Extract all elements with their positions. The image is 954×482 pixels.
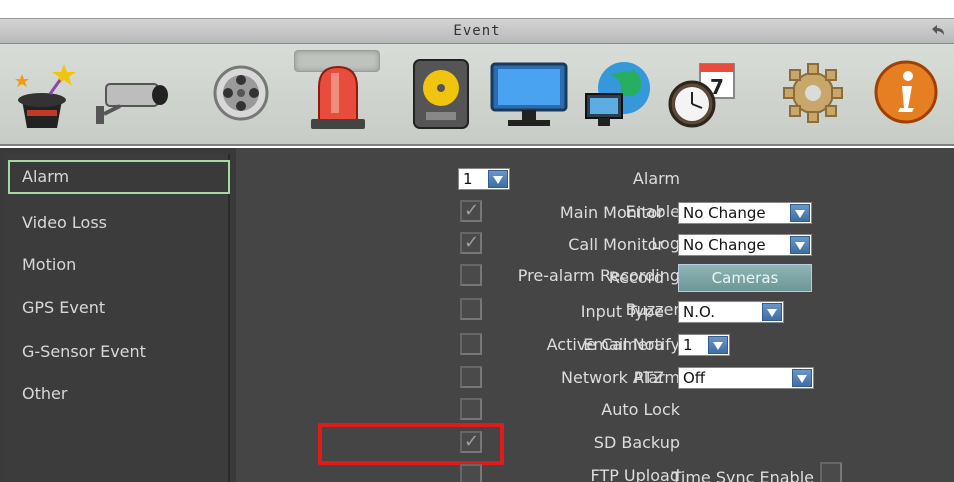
- input-type-value: N.O.: [683, 303, 715, 321]
- alarm-label: Alarm: [632, 169, 680, 188]
- sidebar-item-motion[interactable]: Motion: [8, 248, 230, 282]
- alarm-select-value: 1: [463, 170, 473, 188]
- ftp-upload-label: FTP Upload: [590, 466, 681, 482]
- time-sync-enable-label: Time Sync Enable: [671, 468, 814, 482]
- input-type-select[interactable]: N.O.: [678, 301, 784, 323]
- ftp-upload-checkbox[interactable]: [460, 464, 482, 482]
- time-sync-enable-checkbox[interactable]: [820, 462, 842, 482]
- chevron-down-icon: [762, 303, 782, 321]
- call-monitor-value: No Change: [683, 236, 766, 254]
- network-globe-icon[interactable]: [574, 50, 660, 136]
- ptz-label: PTZ: [633, 368, 664, 387]
- main-monitor-label: Main Monitor: [559, 203, 664, 222]
- sd-backup-label: SD Backup: [593, 433, 680, 452]
- window-titlebar: Event: [0, 18, 954, 44]
- record-label: Record: [608, 268, 664, 287]
- chevron-down-icon: [488, 170, 508, 188]
- hard-drive-icon[interactable]: [398, 50, 484, 136]
- buzzer-checkbox[interactable]: [460, 298, 482, 320]
- gear-icon[interactable]: [770, 50, 856, 136]
- undo-icon[interactable]: [928, 21, 948, 41]
- clock-calendar-icon[interactable]: 7: [660, 50, 746, 136]
- alarm-settings-form: Alarm 1 Enable ✓ Log ✓ Pre-alarm Recordi…: [236, 148, 954, 482]
- monitor-icon[interactable]: [486, 50, 572, 136]
- chevron-down-icon: [708, 336, 728, 354]
- ptz-select[interactable]: Off: [678, 367, 814, 389]
- input-type-label: Input Type: [580, 302, 664, 321]
- active-camera-select[interactable]: 1: [678, 334, 730, 356]
- auto-lock-label: Auto Lock: [601, 400, 680, 419]
- sidebar-item-g-sensor-event[interactable]: G-Sensor Event: [8, 335, 230, 369]
- auto-lock-checkbox[interactable]: [460, 398, 482, 420]
- film-reel-icon[interactable]: [198, 50, 284, 136]
- sidebar: Alarm Video Loss Motion GPS Event G-Sens…: [4, 154, 230, 482]
- active-camera-value: 1: [683, 336, 693, 354]
- caption-strip: [0, 0, 954, 18]
- cameras-button[interactable]: Cameras: [678, 264, 812, 292]
- wizard-hat-icon[interactable]: [2, 50, 88, 136]
- sidebar-item-video-loss[interactable]: Video Loss: [8, 206, 230, 240]
- enable-checkbox[interactable]: ✓: [460, 200, 482, 222]
- active-camera-label: Active Camera: [546, 335, 664, 354]
- chevron-down-icon: [790, 204, 810, 222]
- sidebar-item-alarm[interactable]: Alarm: [8, 160, 230, 194]
- call-monitor-select[interactable]: No Change: [678, 234, 812, 256]
- alarm-siren-icon[interactable]: [294, 50, 380, 129]
- sidebar-item-gps-event[interactable]: GPS Event: [8, 291, 230, 325]
- email-notify-checkbox[interactable]: [460, 333, 482, 355]
- ptz-value: Off: [683, 369, 706, 387]
- log-checkbox[interactable]: ✓: [460, 232, 482, 254]
- sd-backup-highlight: [318, 423, 504, 465]
- check-icon: ✓: [464, 232, 480, 253]
- network-alarm-checkbox[interactable]: [460, 366, 482, 388]
- alarm-select[interactable]: 1: [458, 168, 510, 190]
- info-icon[interactable]: [862, 50, 948, 136]
- call-monitor-label: Call Monitor: [568, 235, 664, 254]
- sidebar-item-other[interactable]: Other: [8, 377, 230, 411]
- main-monitor-select[interactable]: No Change: [678, 202, 812, 224]
- check-icon: ✓: [464, 200, 480, 221]
- chevron-down-icon: [792, 369, 812, 387]
- main-monitor-value: No Change: [683, 204, 766, 222]
- chevron-down-icon: [790, 236, 810, 254]
- pre-alarm-recording-checkbox[interactable]: [460, 264, 482, 286]
- main-panel: Alarm Video Loss Motion GPS Event G-Sens…: [0, 148, 954, 482]
- camera-icon[interactable]: [92, 50, 178, 136]
- category-toolbar: 7: [0, 44, 954, 146]
- window-title: Event: [453, 23, 501, 39]
